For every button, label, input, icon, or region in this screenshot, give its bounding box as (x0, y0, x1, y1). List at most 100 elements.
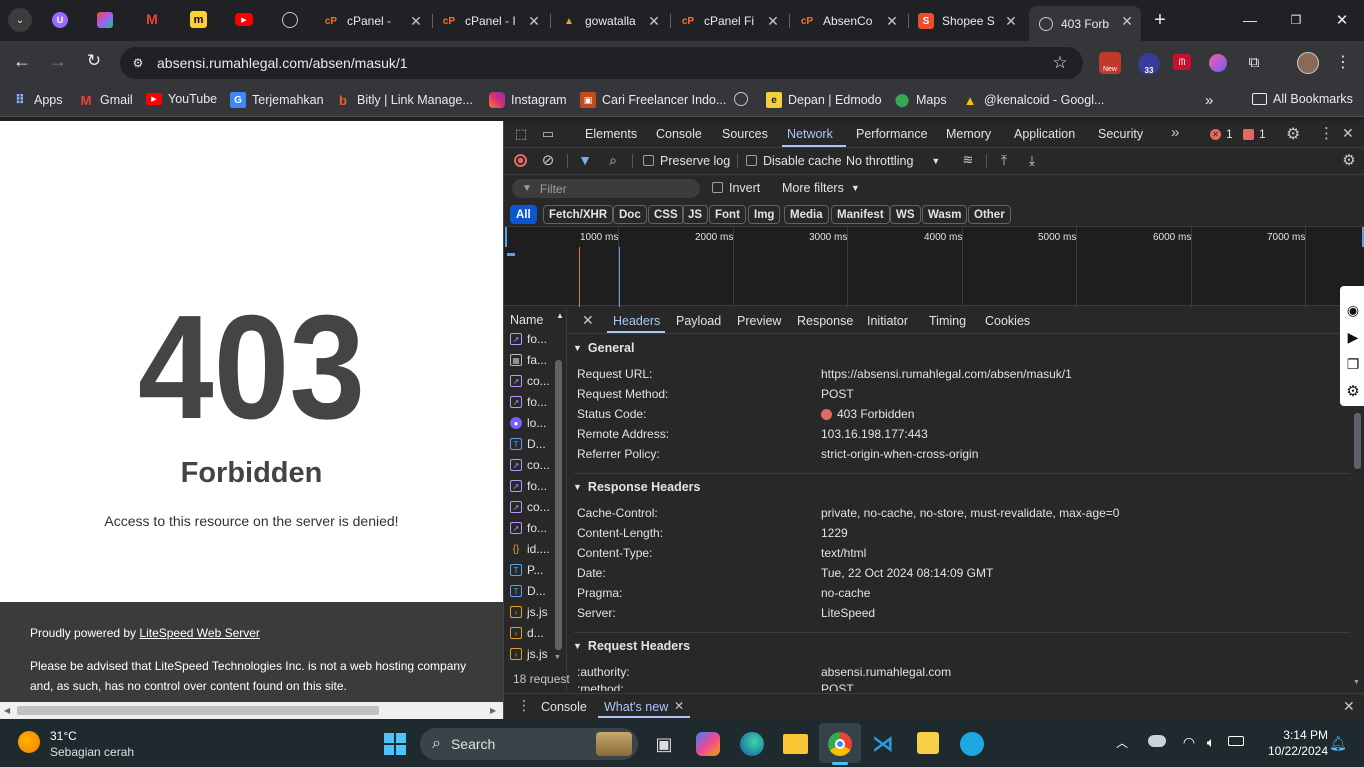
export-har-icon[interactable]: ⤓ (1024, 152, 1040, 168)
scroll-right-arrow[interactable]: ▶ (490, 706, 496, 715)
tab-security[interactable]: Security (1098, 127, 1143, 141)
tab-performance[interactable]: Performance (856, 127, 928, 141)
settings-gear-icon[interactable]: ⚙ (1344, 382, 1362, 400)
type-chip-media[interactable]: Media (784, 205, 829, 224)
type-chip-other[interactable]: Other (968, 205, 1011, 224)
bookmark-bitly[interactable]: b Bitly | Link Manage... (335, 92, 473, 108)
bookmark-apps[interactable]: ⠿ Apps (12, 92, 63, 108)
tab-1[interactable]: cP cPanel - ✕ (315, 6, 430, 36)
site-info-icon[interactable]: ⚙ (128, 53, 148, 73)
clock-time[interactable]: 3:14 PM (1268, 728, 1328, 742)
video-icon[interactable]: ▶ (1344, 328, 1362, 346)
close-tab-icon[interactable]: ✕ (408, 13, 424, 29)
more-filters-button[interactable]: More filters ▼ (782, 181, 860, 195)
preserve-log-checkbox[interactable] (643, 155, 654, 166)
type-chip-all[interactable]: All (510, 205, 537, 224)
volume-icon[interactable]: 🔈︎ (1202, 733, 1220, 751)
pinned-tab-gmail[interactable]: M (143, 11, 161, 27)
throttling-select[interactable]: No throttling ▼ (846, 154, 940, 168)
tab-search-button[interactable]: ⌄ (8, 8, 32, 32)
clock-date[interactable]: 10/22/2024 (1248, 744, 1328, 758)
drawer-tab-console[interactable]: Console (541, 700, 587, 714)
type-chip-fetch-xhr[interactable]: Fetch/XHR (543, 205, 614, 224)
tab-3[interactable]: ▲ gowatalla ✕ (553, 6, 668, 36)
back-arrow-icon[interactable]: ← (12, 51, 32, 71)
devtools-menu-kebab-icon[interactable]: ⋮ (1319, 124, 1334, 142)
reload-icon[interactable]: ↻ (84, 51, 104, 71)
bookmark-instagram[interactable]: Instagram (489, 92, 567, 108)
extension-brain-icon[interactable] (1209, 54, 1227, 72)
tab-console[interactable]: Console (656, 127, 702, 141)
detail-tab-headers[interactable]: Headers (613, 314, 660, 328)
camera-icon[interactable]: ◉ (1344, 301, 1362, 319)
tab-memory[interactable]: Memory (946, 127, 991, 141)
detail-tab-preview[interactable]: Preview (737, 314, 781, 328)
network-conditions-icon[interactable]: ≋ (959, 152, 977, 168)
warning-count[interactable]: 1 (1243, 127, 1266, 141)
overview-selection-left[interactable] (505, 227, 507, 247)
bookmark-freelancer[interactable]: ▣ Cari Freelancer Indo... (580, 92, 726, 108)
bookmark-globe[interactable] (734, 92, 754, 106)
close-drawer-tab-icon[interactable]: ✕ (674, 699, 684, 713)
type-chip-font[interactable]: Font (709, 205, 746, 224)
tab-5[interactable]: cP AbsenCo ✕ (791, 6, 906, 36)
battery-icon[interactable] (1228, 736, 1244, 746)
type-chip-ws[interactable]: WS (890, 205, 921, 224)
devtools-settings-gear-icon[interactable]: ⚙ (1286, 124, 1300, 144)
taskbar-search[interactable]: ⌕ Search (420, 728, 638, 760)
pinned-tab-2[interactable] (97, 12, 113, 28)
windows-start-icon[interactable] (384, 733, 406, 755)
network-settings-gear-icon[interactable]: ⚙ (1340, 151, 1358, 169)
edge-icon[interactable] (740, 732, 764, 756)
request-row[interactable]: › js.js (510, 647, 548, 661)
record-stop-icon[interactable] (514, 154, 527, 167)
file-explorer-icon[interactable] (783, 734, 808, 754)
request-headers-section-header[interactable]: ▼ Request Headers (573, 632, 1350, 658)
bookmark-star-icon[interactable]: ☆ (1050, 53, 1070, 73)
weather-widget[interactable]: 31°C Sebagian cerah (12, 725, 152, 761)
litespeed-link[interactable]: LiteSpeed Web Server (139, 626, 260, 640)
response-headers-section-header[interactable]: ▼ Response Headers (573, 473, 1350, 499)
vscode-icon[interactable]: ⋊ (871, 731, 895, 756)
filter-funnel-icon[interactable]: ▼ (577, 152, 593, 168)
bookmarks-overflow-icon[interactable]: » (1205, 92, 1213, 109)
horizontal-scrollbar[interactable]: ◀ ▶ (0, 702, 503, 719)
extensions-puzzle-icon[interactable]: ⧉ (1245, 53, 1263, 71)
sticky-notes-icon[interactable] (917, 732, 939, 754)
tab-network[interactable]: Network (787, 127, 833, 141)
detail-tab-timing[interactable]: Timing (929, 314, 966, 328)
network-overview[interactable]: 1000 ms 2000 ms 3000 ms 4000 ms 5000 ms … (504, 226, 1364, 307)
import-har-icon[interactable]: ⤒ (996, 152, 1012, 168)
bookmark-youtube[interactable]: ▶ YouTube (146, 92, 217, 106)
forward-arrow-icon[interactable]: → (48, 51, 68, 71)
extension-mendeley-icon[interactable]: ᗰ (1173, 54, 1191, 70)
extension-badge-icon[interactable]: 33 (1138, 53, 1160, 75)
profile-avatar[interactable] (1297, 52, 1319, 74)
tray-overflow-icon[interactable]: ︿ (1116, 734, 1128, 751)
all-bookmarks[interactable]: All Bookmarks (1252, 92, 1353, 106)
pinned-tab-miro[interactable]: m (190, 11, 207, 28)
clear-icon[interactable]: ⊘ (540, 152, 556, 169)
device-toggle-icon[interactable]: ▭ (540, 126, 556, 142)
request-row[interactable]: › d... (510, 626, 544, 640)
request-row[interactable]: ↗ fo... (510, 332, 547, 346)
scroll-left-arrow[interactable]: ◀ (4, 706, 10, 715)
pinned-tab-1[interactable]: U (52, 12, 68, 28)
filter-input[interactable]: ▼ Filter (512, 179, 700, 198)
devtools-close-icon[interactable]: ✕ (1342, 125, 1354, 142)
type-chip-img[interactable]: Img (748, 205, 781, 224)
name-column-header[interactable]: Name (510, 313, 543, 327)
bookmark-drive[interactable]: ▲ @kenalcoid - Googl... (962, 92, 1105, 108)
request-list-scrollbar[interactable]: ▼ (553, 326, 563, 666)
error-count[interactable]: ✕ 1 (1210, 127, 1233, 141)
pinned-tab-globe[interactable] (282, 12, 298, 28)
task-view-icon[interactable]: ▣ (652, 732, 676, 756)
close-window-button[interactable]: ✕ (1330, 10, 1354, 30)
type-chip-css[interactable]: CSS (648, 205, 684, 224)
url-text[interactable]: absensi.rumahlegal.com/absen/masuk/1 (157, 55, 408, 71)
detail-tab-response[interactable]: Response (797, 314, 853, 328)
type-chip-manifest[interactable]: Manifest (831, 205, 890, 224)
tab-2[interactable]: cP cPanel - I ✕ (433, 6, 548, 36)
close-tab-icon[interactable]: ✕ (526, 13, 542, 29)
bookmark-translate[interactable]: G Terjemahkan (230, 92, 324, 108)
